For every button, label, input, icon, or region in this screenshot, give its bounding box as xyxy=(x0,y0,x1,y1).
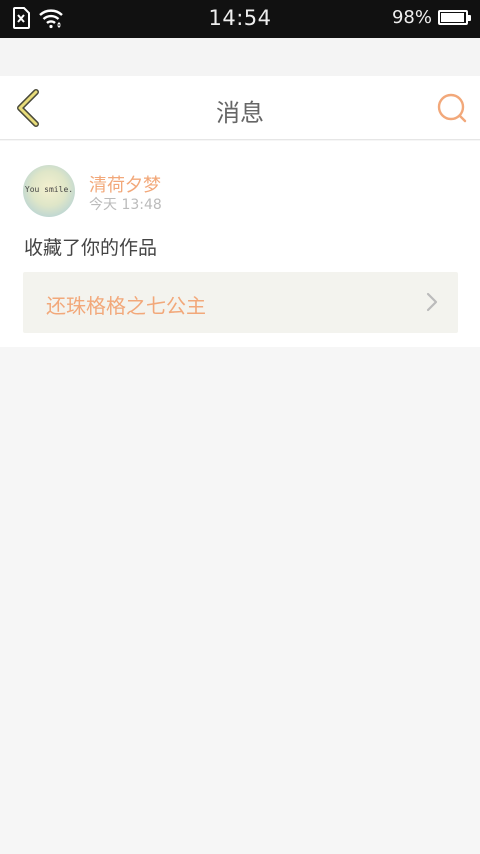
page-header: 消息 xyxy=(0,76,480,140)
avatar-text: You smile. xyxy=(24,185,74,194)
message-action: 收藏了你的作品 xyxy=(24,237,158,259)
status-right: 98% xyxy=(391,7,471,28)
battery-percentage: 98% xyxy=(391,7,432,28)
header-spacer xyxy=(0,38,480,76)
page-title: 消息 xyxy=(216,99,264,127)
chevron-right-icon xyxy=(426,292,438,312)
work-link[interactable]: 还珠格格之七公主 xyxy=(23,272,458,333)
message-time: 今天 13:48 xyxy=(89,197,162,213)
battery-icon xyxy=(438,10,471,25)
message-card: You smile. 清荷夕梦 今天 13:48 收藏了你的作品 还珠格格之七公… xyxy=(0,141,480,347)
avatar[interactable]: You smile. xyxy=(23,165,75,217)
status-bar: 14:54 98% xyxy=(0,0,480,38)
search-icon xyxy=(437,93,467,123)
work-title: 还珠格格之七公主 xyxy=(46,294,206,318)
search-button[interactable] xyxy=(436,92,468,124)
battery-fill xyxy=(441,13,465,22)
